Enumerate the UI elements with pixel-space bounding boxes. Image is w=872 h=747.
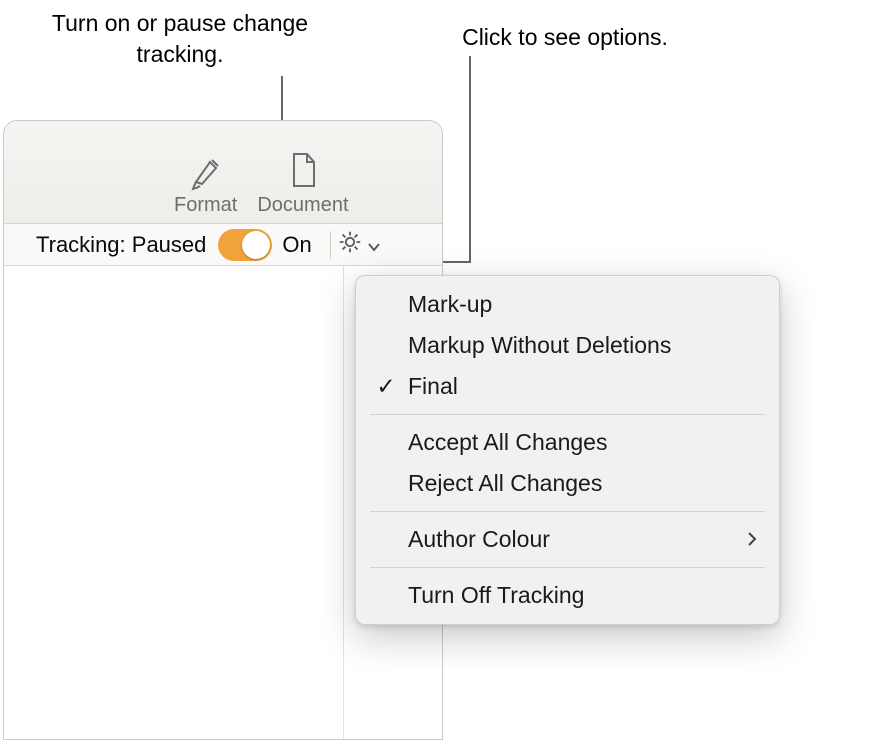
menu-item-author-colour[interactable]: Author Colour	[356, 519, 779, 560]
menu-item-accept-all[interactable]: Accept All Changes	[356, 422, 779, 463]
menu-item-label: Turn Off Tracking	[408, 582, 584, 609]
gear-icon	[337, 229, 363, 261]
menu-item-label: Mark-up	[408, 291, 492, 318]
menu-item-label: Reject All Changes	[408, 470, 602, 497]
callout-options: Click to see options.	[440, 22, 690, 53]
menu-item-final[interactable]: ✓ Final	[356, 366, 779, 407]
paintbrush-icon	[185, 148, 227, 192]
menu-item-label: Author Colour	[408, 526, 550, 553]
tracking-status-label: Tracking: Paused	[36, 232, 206, 258]
document-button[interactable]: Document	[257, 148, 348, 217]
separator	[330, 231, 331, 259]
leader-line	[469, 56, 471, 261]
menu-item-label: Final	[408, 373, 458, 400]
tracking-toggle[interactable]	[218, 229, 272, 261]
document-label: Document	[257, 194, 348, 217]
menu-item-markup[interactable]: Mark-up	[356, 284, 779, 325]
leader-line	[281, 76, 283, 120]
menu-separator	[370, 567, 765, 568]
callout-tracking-toggle: Turn on or pause change tracking.	[50, 8, 310, 70]
menu-separator	[370, 511, 765, 512]
menu-item-reject-all[interactable]: Reject All Changes	[356, 463, 779, 504]
format-button[interactable]: Format	[174, 148, 237, 217]
check-icon: ✓	[376, 373, 396, 400]
menu-separator	[370, 414, 765, 415]
toolbar: Format Document	[4, 121, 442, 224]
chevron-down-icon	[367, 232, 381, 258]
menu-item-label: Markup Without Deletions	[408, 332, 671, 359]
document-icon	[282, 148, 324, 192]
menu-item-turn-off-tracking[interactable]: Turn Off Tracking	[356, 575, 779, 616]
tracking-on-label: On	[282, 232, 311, 258]
tracking-bar: Tracking: Paused On	[4, 224, 442, 266]
document-page	[4, 266, 344, 739]
menu-item-label: Accept All Changes	[408, 429, 607, 456]
tracking-options-menu: Mark-up Markup Without Deletions ✓ Final…	[355, 275, 780, 625]
menu-item-markup-without-deletions[interactable]: Markup Without Deletions	[356, 325, 779, 366]
format-label: Format	[174, 194, 237, 217]
tracking-options-button[interactable]	[337, 229, 381, 261]
toggle-knob	[242, 231, 270, 259]
chevron-right-icon	[747, 526, 757, 553]
